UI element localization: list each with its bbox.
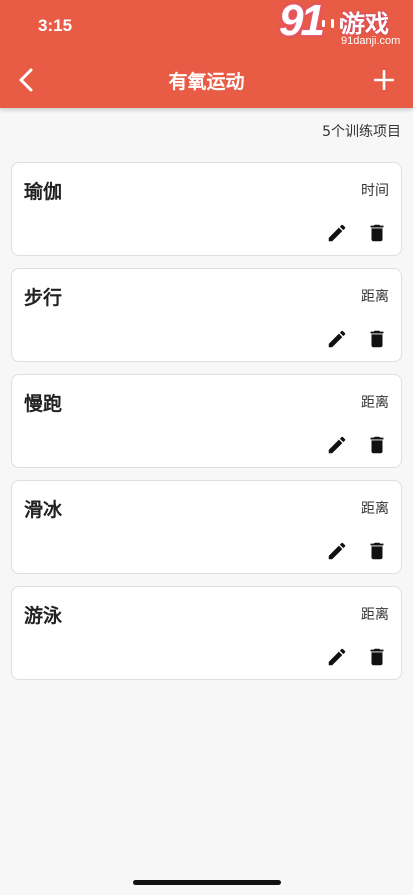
edit-button[interactable] bbox=[325, 539, 349, 563]
trash-icon bbox=[370, 542, 384, 560]
trash-icon bbox=[370, 224, 384, 242]
add-exercise-button[interactable] bbox=[369, 64, 399, 96]
edit-button[interactable] bbox=[325, 645, 349, 669]
exercise-type: 距离 bbox=[361, 395, 389, 411]
edit-button[interactable] bbox=[325, 327, 349, 351]
watermark-domain: 91danji.com bbox=[341, 35, 401, 47]
pencil-icon bbox=[328, 224, 346, 242]
delete-button[interactable] bbox=[365, 433, 389, 457]
trash-icon bbox=[370, 330, 384, 348]
page-title: 有氧运动 bbox=[168, 71, 245, 93]
exercise-card[interactable]: 游泳 距离 bbox=[11, 586, 402, 680]
pencil-icon bbox=[328, 436, 346, 454]
exercise-card[interactable]: 步行 距离 bbox=[11, 268, 402, 362]
pencil-icon bbox=[328, 542, 346, 560]
watermark-number: 91 bbox=[279, 0, 325, 45]
delete-button[interactable] bbox=[365, 221, 389, 245]
edit-button[interactable] bbox=[325, 221, 349, 245]
exercise-type: 时间 bbox=[361, 183, 389, 199]
app-bar: 3:15 91 游戏 91danji.com 有氧运动 bbox=[0, 0, 413, 108]
exercise-card[interactable]: 滑冰 距离 bbox=[11, 480, 402, 574]
exercise-name: 步行 bbox=[24, 287, 63, 309]
status-time: 3:15 bbox=[38, 16, 73, 35]
pencil-icon bbox=[328, 648, 346, 666]
trash-icon bbox=[370, 648, 384, 666]
card-actions bbox=[325, 539, 389, 563]
delete-button[interactable] bbox=[365, 327, 389, 351]
home-indicator[interactable] bbox=[133, 880, 281, 885]
exercise-list: 瑜伽 时间 步行 距离 慢跑 距离 滑冰 距离 游泳 距离 bbox=[11, 162, 402, 692]
trash-icon bbox=[370, 436, 384, 454]
exercise-type: 距离 bbox=[361, 607, 389, 623]
delete-button[interactable] bbox=[365, 539, 389, 563]
card-actions bbox=[325, 433, 389, 457]
exercise-card[interactable]: 瑜伽 时间 bbox=[11, 162, 402, 256]
exercise-name: 瑜伽 bbox=[24, 181, 63, 203]
plus-icon bbox=[374, 70, 394, 90]
exercise-name: 游泳 bbox=[24, 605, 63, 627]
card-actions bbox=[325, 327, 389, 351]
exercise-type: 距离 bbox=[361, 501, 389, 517]
edit-button[interactable] bbox=[325, 433, 349, 457]
watermark-logo: 91 游戏 91danji.com bbox=[279, 0, 411, 52]
exercise-name: 滑冰 bbox=[24, 499, 63, 521]
pencil-icon bbox=[328, 330, 346, 348]
watermark-brand: 游戏 bbox=[341, 10, 389, 38]
card-actions bbox=[325, 221, 389, 245]
exercise-type: 距离 bbox=[361, 289, 389, 305]
exercise-name: 慢跑 bbox=[24, 393, 63, 415]
exercise-count: 5个训练项目 bbox=[322, 124, 401, 140]
delete-button[interactable] bbox=[365, 645, 389, 669]
exercise-card[interactable]: 慢跑 距离 bbox=[11, 374, 402, 468]
card-actions bbox=[325, 645, 389, 669]
